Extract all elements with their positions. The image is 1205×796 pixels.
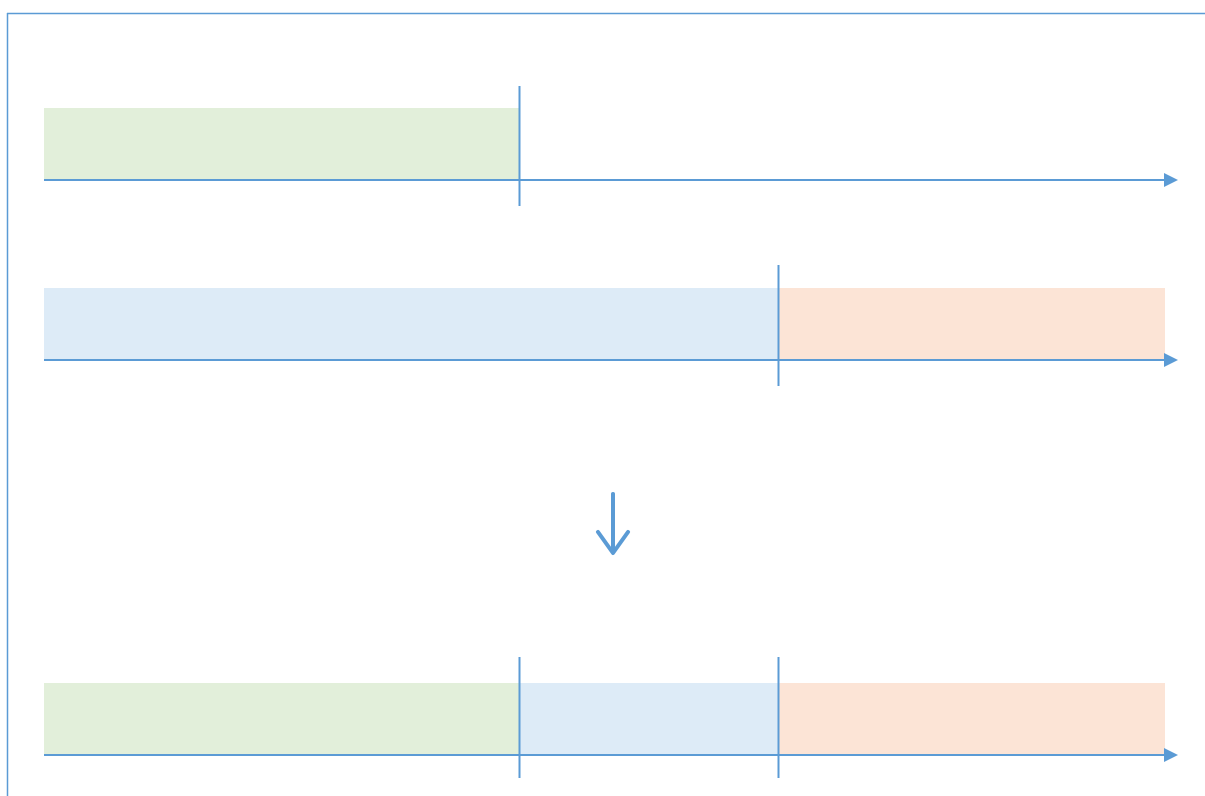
- timeline-result: [44, 657, 1178, 778]
- arrow-down-icon: [596, 492, 630, 555]
- segment-orange: [778, 288, 1165, 360]
- segment-green: [44, 108, 519, 180]
- timeline-diagram: [6, 12, 1205, 796]
- axis-arrowhead-icon: [1164, 173, 1178, 187]
- axis-arrowhead-icon: [1164, 748, 1178, 762]
- segment-blue: [44, 288, 779, 360]
- segment-green: [44, 683, 519, 755]
- segment-orange: [778, 683, 1165, 755]
- axis-arrowhead-icon: [1164, 353, 1178, 367]
- timeline-1: [44, 86, 1178, 206]
- timeline-2: [44, 265, 1178, 386]
- segment-blue: [518, 683, 779, 755]
